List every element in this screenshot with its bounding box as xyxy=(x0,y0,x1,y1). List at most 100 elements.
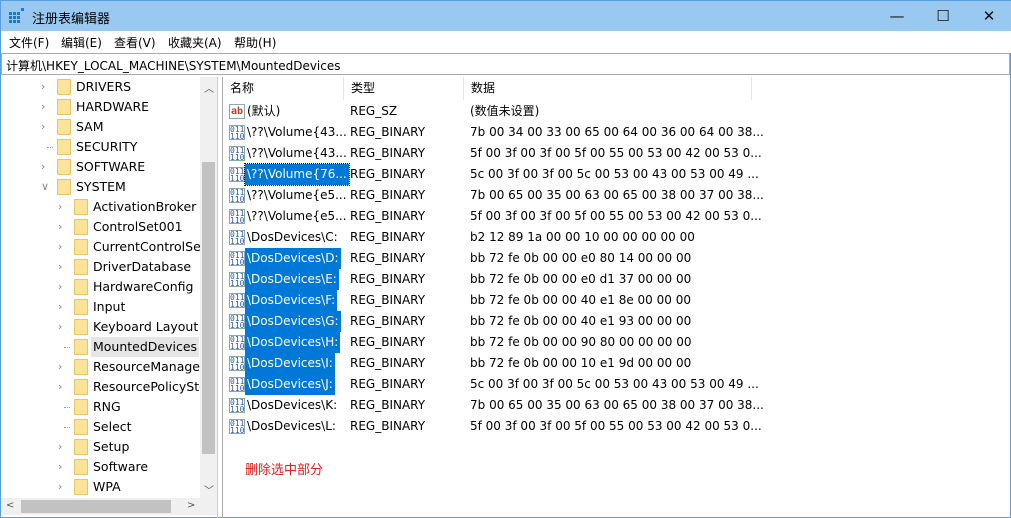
tree-node-label: HARDWARE xyxy=(76,99,150,114)
tree-node[interactable]: › CurrentControlSet xyxy=(1,237,206,257)
menu-help[interactable]: 帮助(H) xyxy=(234,34,276,51)
chevron-right-icon[interactable]: › xyxy=(41,97,45,117)
maximize-button[interactable]: ☐ xyxy=(920,1,966,31)
column-header-data[interactable]: 数据 xyxy=(464,77,752,100)
value-row[interactable]: 011 110 \DosDevices\E: REG_BINARY bb 72 fe 0… xyxy=(223,269,1003,290)
value-name: \DosDevices\J: xyxy=(245,374,335,395)
tree-node[interactable]: › Input xyxy=(1,297,200,317)
value-row[interactable]: 011 110 \??\Volume{e5... REG_BINARY 5f 00 3f… xyxy=(223,206,1003,227)
scroll-up-icon[interactable]: ︿ xyxy=(204,80,214,95)
value-row[interactable]: 011 110 \??\Volume{e5... REG_BINARY 7b 00 65… xyxy=(223,185,1003,206)
value-row[interactable]: 011 110 \DosDevices\D: REG_BINARY bb 72 fe 0… xyxy=(223,248,1003,269)
tree-hscroll-thumb[interactable] xyxy=(21,500,171,513)
value-row[interactable]: 011 110 \DosDevices\G: REG_BINARY bb 72 fe 0… xyxy=(223,311,1003,332)
tree-node-label: DRIVERS xyxy=(76,79,132,94)
value-row[interactable]: 011 110 \??\Volume{43... REG_BINARY 7b 00 34… xyxy=(223,122,1003,143)
value-type: REG_BINARY xyxy=(350,335,426,349)
value-row[interactable]: 011 110 \??\Volume{43... REG_BINARY 5f 00 3f… xyxy=(223,143,1003,164)
tree-node[interactable]: › DriverDatabase xyxy=(1,257,200,277)
tree-node[interactable]: › WPA xyxy=(1,477,200,497)
tree-node[interactable]: › ControlSet001 xyxy=(1,217,200,237)
chevron-right-icon[interactable]: › xyxy=(58,277,62,297)
chevron-right-icon[interactable]: › xyxy=(58,317,62,337)
tree-node[interactable]: › Setup xyxy=(1,437,200,457)
close-button[interactable]: ✕ xyxy=(966,1,1011,31)
tree-node[interactable]: › ResourceManager xyxy=(1,357,205,377)
title-bar: 注册表编辑器 — ☐ ✕ xyxy=(1,1,1011,31)
menu-view[interactable]: 查看(V) xyxy=(114,34,156,51)
tree-node[interactable]: › Software xyxy=(1,457,200,477)
scroll-right-icon[interactable]: > xyxy=(187,500,195,511)
value-row[interactable]: 011 110 \DosDevices\H: REG_BINARY bb 72 fe 0… xyxy=(223,332,1003,353)
value-row[interactable]: 011 110 \DosDevices\F: REG_BINARY bb 72 fe 0… xyxy=(223,290,1003,311)
tree-node[interactable]: › ActivationBroker xyxy=(1,197,200,217)
tree-node[interactable]: › HardwareConfig xyxy=(1,277,200,297)
folder-icon xyxy=(74,259,88,275)
value-row[interactable]: 011 110 \DosDevices\L: REG_BINARY 5f 00 3f 0… xyxy=(223,416,1003,437)
tree-node[interactable]: › HARDWARE xyxy=(1,97,200,117)
column-header-name[interactable]: 名称 xyxy=(223,77,344,100)
value-row[interactable]: ab (默认) REG_SZ (数值未设置) xyxy=(223,101,1003,122)
tree-vertical-scrollbar[interactable]: ︿ ﹀ xyxy=(200,77,217,498)
menu-file[interactable]: 文件(F) xyxy=(9,34,49,51)
value-row[interactable]: 011 110 \DosDevices\C: REG_BINARY b2 12 89 1… xyxy=(223,227,1003,248)
binary-value-icon: 011 110 xyxy=(229,125,245,141)
value-name: \DosDevices\C: xyxy=(247,230,338,244)
value-type: REG_BINARY xyxy=(350,251,426,265)
value-type: REG_BINARY xyxy=(350,272,426,286)
chevron-right-icon[interactable]: › xyxy=(58,197,62,217)
value-type: REG_BINARY xyxy=(350,356,426,370)
value-row[interactable]: 011 110 \DosDevices\J: REG_BINARY 5c 00 3f 0… xyxy=(223,374,1003,395)
value-name: \DosDevices\E: xyxy=(245,269,339,290)
scroll-left-icon[interactable]: < xyxy=(6,500,14,511)
annotation-text: 删除选中部分 xyxy=(245,463,324,478)
tree-node[interactable]: › ResourcePolicySto xyxy=(1,377,207,397)
tree-node[interactable]: › SOFTWARE xyxy=(1,157,200,177)
tree-node[interactable]: ∨ SYSTEM xyxy=(1,177,200,197)
value-data: bb 72 fe 0b 00 00 e0 d1 37 00 00 00 xyxy=(470,272,692,286)
scroll-down-icon[interactable]: ﹀ xyxy=(204,482,214,497)
value-data: bb 72 fe 0b 00 00 90 80 00 00 00 00 xyxy=(470,335,692,349)
chevron-right-icon[interactable]: › xyxy=(58,377,62,397)
chevron-right-icon[interactable]: › xyxy=(41,117,45,137)
menu-favorites[interactable]: 收藏夹(A) xyxy=(168,34,222,51)
tree-node-label: SOFTWARE xyxy=(76,159,146,174)
value-data: 5f 00 3f 00 3f 00 5f 00 55 00 53 00 42 0… xyxy=(470,209,762,223)
tree-node-label: CurrentControlSet xyxy=(93,239,206,254)
value-type: REG_BINARY xyxy=(350,293,426,307)
tree-scroll-thumb[interactable] xyxy=(202,162,215,454)
chevron-down-icon[interactable]: ∨ xyxy=(41,177,49,197)
chevron-right-icon[interactable]: › xyxy=(58,217,62,237)
tree-node[interactable]: Select xyxy=(1,417,200,437)
chevron-right-icon[interactable]: › xyxy=(58,457,62,477)
chevron-right-icon[interactable]: › xyxy=(58,257,62,277)
tree-node[interactable]: SECURITY xyxy=(1,137,200,157)
chevron-right-icon[interactable]: › xyxy=(58,297,62,317)
tree-node[interactable]: › DRIVERS xyxy=(1,77,200,97)
binary-value-icon: 011 110 xyxy=(229,356,245,372)
folder-icon xyxy=(74,379,88,395)
folder-icon xyxy=(74,339,88,355)
menu-bar: 文件(F) 编辑(E) 查看(V) 收藏夹(A) 帮助(H) xyxy=(1,31,1011,53)
menu-edit[interactable]: 编辑(E) xyxy=(61,34,102,51)
chevron-right-icon[interactable]: › xyxy=(58,437,62,457)
registry-editor-icon xyxy=(9,8,24,23)
tree-node[interactable]: MountedDevices xyxy=(1,337,200,357)
column-header-type[interactable]: 类型 xyxy=(344,77,464,100)
tree-node[interactable]: RNG xyxy=(1,397,200,417)
chevron-right-icon[interactable]: › xyxy=(58,357,62,377)
chevron-right-icon[interactable]: › xyxy=(41,77,45,97)
minimize-button[interactable]: — xyxy=(874,1,920,31)
folder-icon xyxy=(57,159,71,175)
chevron-right-icon[interactable]: › xyxy=(58,237,62,257)
chevron-right-icon[interactable]: › xyxy=(58,477,62,497)
value-row[interactable]: 011 110 \DosDevices\K: REG_BINARY 7b 00 65 0… xyxy=(223,395,1003,416)
value-row[interactable]: 011 110 \DosDevices\I: REG_BINARY bb 72 fe 0… xyxy=(223,353,1003,374)
value-row[interactable]: 011 110 \??\Volume{76... REG_BINARY 5c 00 3f… xyxy=(223,163,1003,186)
value-type: REG_BINARY xyxy=(350,209,426,223)
chevron-right-icon[interactable]: › xyxy=(41,157,45,177)
tree-node[interactable]: › SAM xyxy=(1,117,200,137)
tree-node[interactable]: › Keyboard Layout xyxy=(1,317,200,337)
address-bar[interactable]: 计算机\HKEY_LOCAL_MACHINE\SYSTEM\MountedDev… xyxy=(1,53,1010,75)
tree-horizontal-scrollbar[interactable]: < > xyxy=(1,498,217,515)
